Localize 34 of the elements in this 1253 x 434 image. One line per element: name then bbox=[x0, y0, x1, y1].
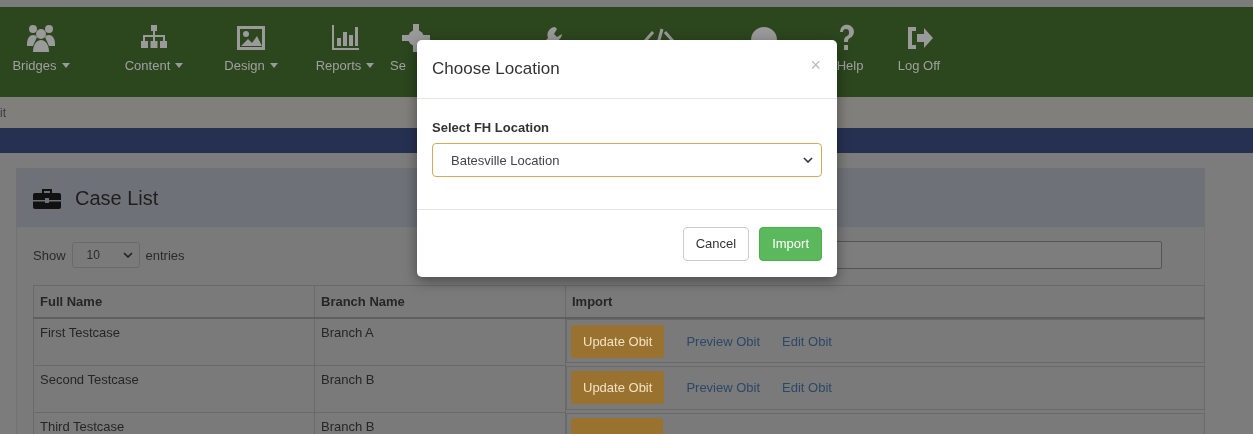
field-label: Select FH Location bbox=[432, 120, 551, 135]
nav-menu-item[interactable]: Help bbox=[836, 57, 864, 73]
table-cell: Second Testcase bbox=[33, 365, 315, 413]
breadcrumb-text: it bbox=[0, 105, 6, 120]
table-cell: Branch A bbox=[314, 318, 566, 366]
cancel-button[interactable]: Cancel bbox=[682, 226, 750, 261]
chevron-icon bbox=[122, 252, 133, 258]
column-header: Full Name bbox=[33, 285, 315, 318]
preview-obit-link[interactable]: Preview Obit bbox=[686, 380, 761, 395]
nav-menu-item[interactable]: Reports bbox=[315, 57, 375, 73]
show-label: Show bbox=[33, 247, 66, 263]
column-header: Import bbox=[565, 285, 1205, 318]
table-cell: Branch B bbox=[314, 365, 566, 413]
nav-menu-item[interactable]: Content bbox=[124, 57, 184, 73]
update-obit-button[interactable]: Update Obit bbox=[571, 371, 665, 404]
briefcase-icon bbox=[33, 186, 61, 210]
location-select[interactable]: Batesville Location bbox=[432, 143, 822, 177]
nav-menu-item[interactable]: Log Off bbox=[897, 57, 941, 73]
update-obit-button[interactable]: Update Obit bbox=[571, 324, 665, 358]
edit-obit-link[interactable]: Edit Obit bbox=[782, 380, 832, 395]
table-cell: First Testcase bbox=[33, 318, 315, 366]
edit-obit-link[interactable]: Edit Obit bbox=[782, 333, 832, 349]
chevron-icon bbox=[803, 157, 813, 163]
import-button[interactable]: Import bbox=[759, 226, 822, 261]
entries-select[interactable]: 10 bbox=[71, 242, 140, 268]
panel-title: Case List bbox=[75, 186, 159, 210]
nav-menu-item[interactable]: Design bbox=[224, 57, 278, 73]
preview-obit-link[interactable]: Preview Obit bbox=[686, 333, 761, 349]
dialog-title: Choose Location bbox=[432, 59, 560, 79]
table-cell: Third Testcase bbox=[33, 412, 315, 434]
nav-menu-item[interactable]: Bridges bbox=[12, 57, 70, 73]
nav-menu-item[interactable]: Se bbox=[390, 57, 406, 73]
entries-label: entries bbox=[145, 247, 185, 263]
column-header: Branch Name bbox=[314, 285, 566, 318]
